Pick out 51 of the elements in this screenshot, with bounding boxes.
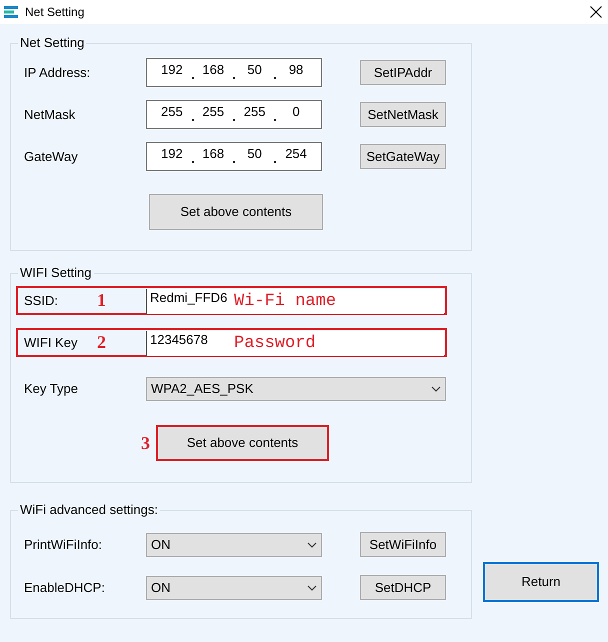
marker-number: 3: [141, 432, 150, 454]
octet-text: 192: [160, 60, 184, 79]
dropdown[interactable]: ON: [146, 576, 322, 600]
dropdown[interactable]: WPA2_AES_PSK: [146, 376, 446, 400]
annotation-text: Wi-Fi name: [234, 291, 336, 313]
close-icon[interactable]: [590, 6, 602, 18]
octet-text: 255: [201, 102, 226, 121]
octet-text: 50: [246, 144, 263, 163]
chevron-icon: [307, 542, 317, 548]
marker-number: 2: [97, 331, 106, 354]
group-title: WIFI Setting: [19, 265, 93, 281]
chevron-icon: [307, 584, 317, 590]
ip-address-field[interactable]: 255 255 255 0: [146, 100, 322, 129]
group-title: Net Setting: [19, 35, 86, 51]
field-label: PrintWiFiInfo:: [24, 536, 104, 554]
ip-address-field[interactable]: 192 168 50 98: [146, 58, 322, 87]
dropdown-value: WPA2_AES_PSK: [151, 380, 254, 398]
field-label: NetMask: [24, 106, 76, 124]
field-label: EnableDHCP:: [24, 578, 106, 597]
octet-text: 0: [291, 102, 301, 121]
window-title: Net Setting: [25, 4, 84, 21]
apply-button[interactable]: Set above contents: [149, 194, 323, 230]
chevron-icon: [431, 386, 441, 392]
set-button[interactable]: SetDHCP: [360, 575, 446, 600]
octet-text: 98: [288, 60, 304, 79]
return-button[interactable]: Return: [483, 562, 599, 602]
dropdown-value: ON: [151, 536, 170, 554]
octet-text: 255: [160, 102, 184, 121]
set-button[interactable]: SetWiFiInfo: [360, 532, 446, 557]
dropdown[interactable]: ON: [146, 532, 322, 556]
octet-text: 50: [246, 60, 263, 79]
group-title: WiFi advanced settings:: [19, 502, 160, 518]
set-button[interactable]: SetGateWay: [360, 144, 446, 169]
app-icon: [4, 5, 18, 19]
set-button[interactable]: SetIPAddr: [360, 60, 446, 85]
apply-button[interactable]: Set above contents: [156, 425, 329, 461]
ip-address-field[interactable]: 192 168 50 254: [146, 142, 322, 171]
marker-number: 1: [97, 289, 106, 312]
octet-text: 168: [201, 144, 226, 163]
annotation-text: Password: [234, 333, 316, 355]
field-label: IP Address:: [24, 64, 92, 82]
octet-text: 255: [242, 102, 266, 121]
octet-text: 192: [160, 144, 184, 163]
field-label: WIFI Key: [24, 334, 78, 352]
field-label: GateWay: [24, 148, 79, 166]
octet-text: 254: [284, 144, 308, 163]
field-label: Key Type: [24, 380, 78, 398]
field-label: SSID:: [24, 292, 58, 310]
dropdown-value: ON: [151, 578, 170, 597]
set-button[interactable]: SetNetMask: [360, 102, 446, 127]
octet-text: 168: [201, 60, 226, 79]
